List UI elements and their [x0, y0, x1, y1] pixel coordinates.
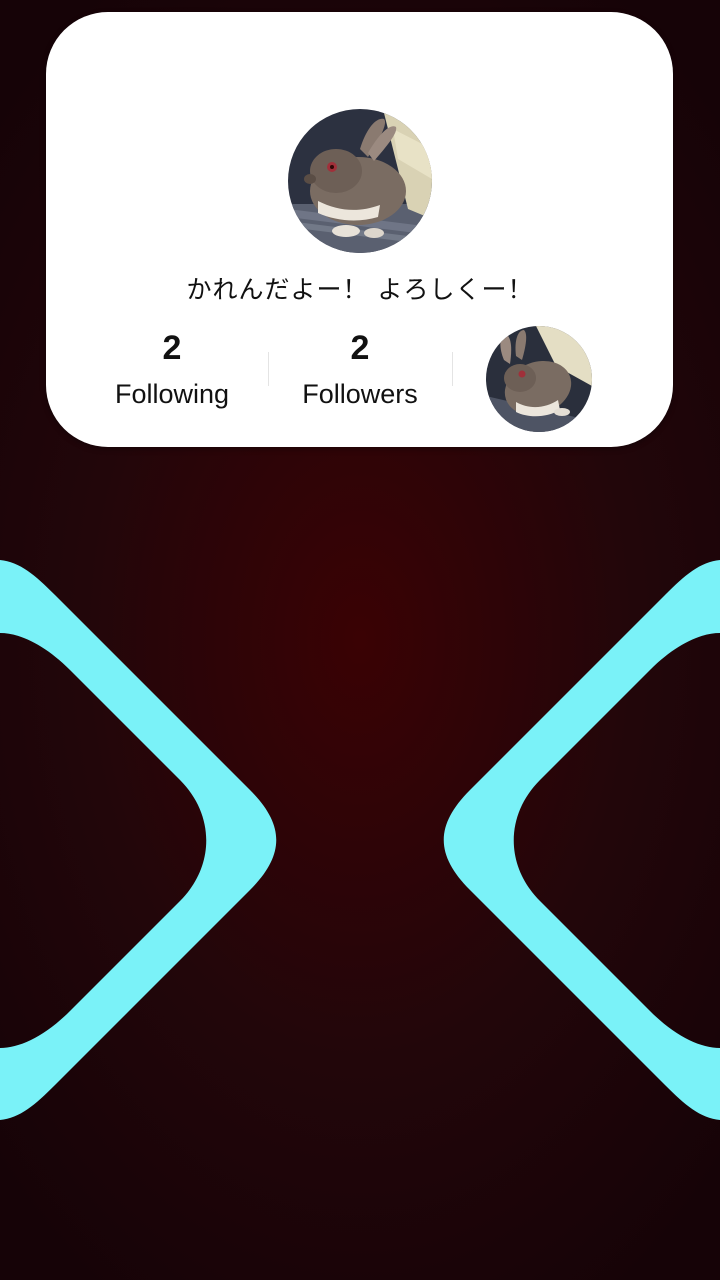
- right-chevron-shape: [443, 560, 720, 1120]
- followers-stat[interactable]: 2 Followers: [260, 328, 460, 412]
- rabbit-photo-small: [486, 326, 592, 432]
- followers-count: 2: [350, 329, 370, 367]
- profile-bio: かれんだよー！ よろしくー！: [186, 275, 534, 304]
- following-count: 2: [162, 329, 182, 367]
- following-label: Following: [114, 379, 230, 409]
- followers-label: Followers: [302, 379, 418, 409]
- following-stat[interactable]: 2 Following: [72, 328, 272, 412]
- profile-avatar[interactable]: [288, 109, 432, 253]
- left-chevron-shape: [0, 560, 277, 1120]
- secondary-avatar[interactable]: [486, 326, 592, 432]
- stat-divider: [452, 352, 453, 386]
- rabbit-photo: [288, 109, 432, 253]
